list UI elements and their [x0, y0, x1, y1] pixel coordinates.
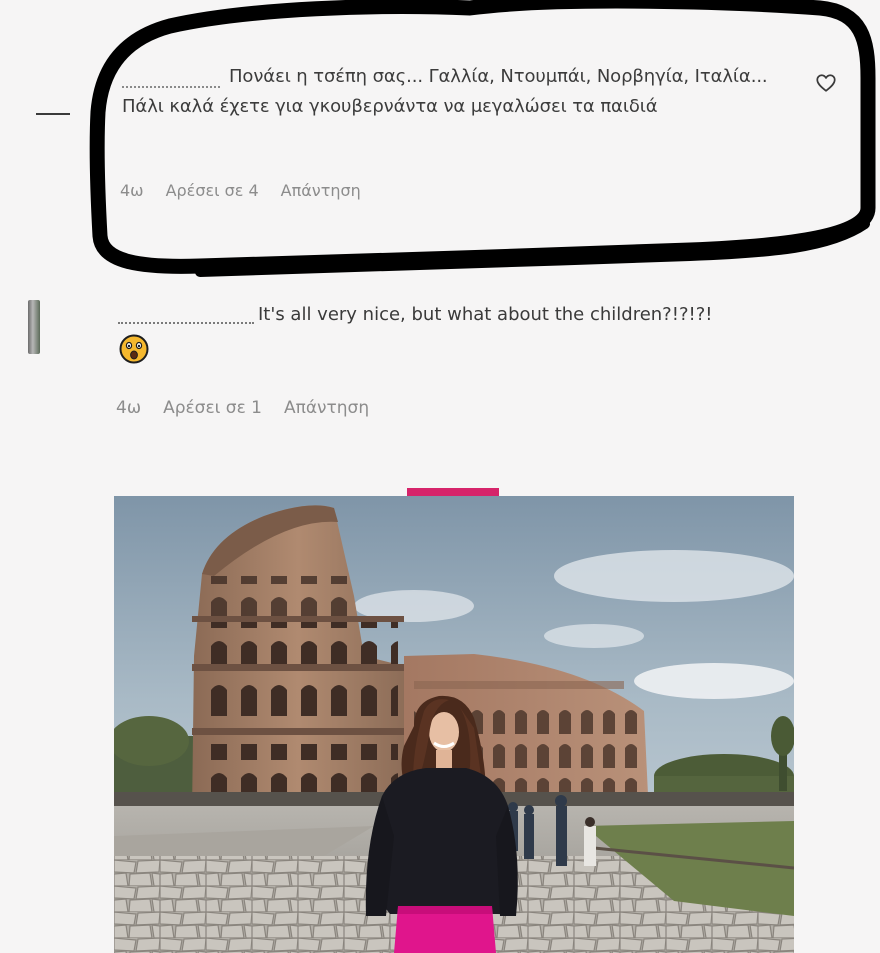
likes-link[interactable]: Αρέσει σε 4	[166, 181, 259, 200]
colosseum-photo-illustration	[114, 496, 794, 953]
reply-link[interactable]: Απάντηση	[284, 398, 369, 418]
comment-text: Πονάει η τσέπη σας... Γαλλία, Ντουμπάι, …	[122, 66, 768, 117]
comment-text: It's all very nice, but what about the c…	[258, 304, 713, 325]
username-redacted-dots	[118, 322, 254, 324]
comment-meta: 4ω Αρέσει σε 1 Απάντηση	[116, 398, 369, 418]
hand-drawn-circle-annotation	[89, 0, 876, 277]
pink-accent-tab	[407, 488, 499, 496]
post-photo[interactable]	[114, 496, 794, 953]
reply-link[interactable]: Απάντηση	[281, 181, 361, 200]
screenshot-page: Πονάει η τσέπη σας... Γαλλία, Ντουμπάι, …	[0, 0, 880, 953]
avatar-placeholder-dash	[36, 113, 70, 115]
likes-link[interactable]: Αρέσει σε 1	[163, 398, 262, 418]
comment-time: 4ω	[120, 181, 144, 200]
avatar[interactable]	[28, 300, 40, 354]
heart-icon[interactable]	[815, 72, 837, 94]
astonished-face-icon	[119, 334, 149, 364]
comment-first: Πονάει η τσέπη σας... Γαλλία, Ντουμπάι, …	[0, 0, 880, 290]
comment-meta: 4ω Αρέσει σε 4 Απάντηση	[120, 181, 361, 200]
comment-time: 4ω	[116, 398, 142, 418]
